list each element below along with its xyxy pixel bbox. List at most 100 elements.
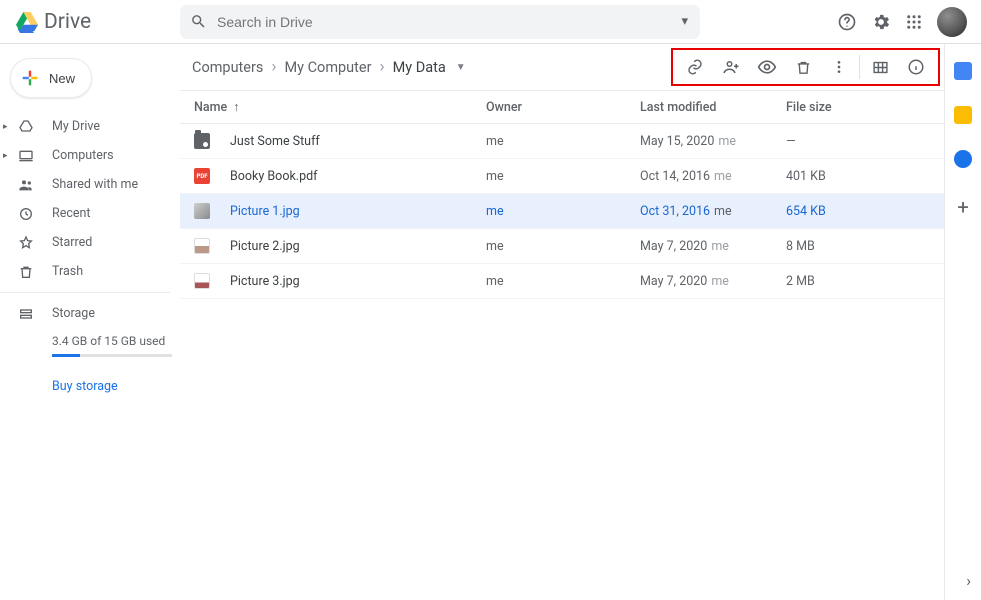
search-options-caret-icon[interactable]: ▾	[681, 14, 688, 29]
share-button[interactable]	[713, 50, 749, 84]
col-name[interactable]: Name ↑	[180, 100, 486, 115]
account-avatar[interactable]	[937, 7, 967, 37]
file-size: 8 MB	[786, 239, 944, 254]
file-row[interactable]: Picture 1.jpgmeOct 31, 2016me654 KB	[180, 194, 944, 229]
file-name: Picture 3.jpg	[230, 274, 300, 289]
sidebar-item-storage[interactable]: Storage	[0, 299, 180, 328]
sidebar-item-shared[interactable]: Shared with me	[0, 170, 180, 199]
file-modified: May 7, 2020 me	[640, 274, 786, 289]
trash-icon	[795, 59, 812, 76]
info-icon	[907, 58, 925, 76]
file-owner: me	[486, 274, 640, 289]
computer-icon	[18, 148, 34, 164]
sidebar-item-computers[interactable]: ▸ Computers	[0, 141, 180, 170]
app-logo[interactable]: Drive	[8, 10, 180, 34]
modified-date: May 7, 2020	[640, 274, 707, 289]
expand-caret-icon: ▸	[3, 151, 8, 161]
apps-grid-icon[interactable]	[905, 13, 923, 31]
search-input[interactable]	[217, 14, 690, 30]
modified-date: Oct 31, 2016	[640, 204, 710, 219]
calendar-addon-icon[interactable]	[954, 62, 972, 80]
search-bar[interactable]: ▾	[180, 5, 700, 39]
storage-icon	[18, 306, 34, 322]
modified-by: me	[714, 204, 732, 219]
file-row[interactable]: Picture 3.jpgmeMay 7, 2020me2 MB	[180, 264, 944, 299]
person-add-icon	[722, 58, 740, 76]
settings-gear-icon[interactable]	[871, 12, 891, 32]
drive-logo-icon	[16, 11, 38, 33]
modified-date: May 15, 2020	[640, 134, 714, 149]
file-size: —	[786, 134, 944, 149]
file-name: Picture 1.jpg	[230, 204, 300, 219]
sidebar-item-label: Computers	[52, 148, 114, 163]
modified-by: me	[718, 134, 736, 149]
breadcrumb-seg-current[interactable]: My Data	[393, 59, 446, 76]
file-size: 401 KB	[786, 169, 944, 184]
image-thumb-icon	[194, 273, 210, 289]
my-drive-icon	[18, 119, 34, 135]
file-name-cell: PDFBooky Book.pdf	[180, 168, 486, 184]
file-owner: me	[486, 239, 640, 254]
sidebar-item-label: Starred	[52, 235, 92, 250]
column-headers: Name ↑ Owner Last modified File size	[180, 90, 944, 124]
sidebar-item-my-drive[interactable]: ▸ My Drive	[0, 112, 180, 141]
breadcrumb-seg[interactable]: My Computer	[285, 59, 372, 76]
file-row[interactable]: Just Some StuffmeMay 15, 2020me—	[180, 124, 944, 159]
file-name: Booky Book.pdf	[230, 169, 318, 184]
star-icon	[18, 235, 34, 251]
eye-icon	[757, 57, 777, 77]
file-name-cell: Picture 3.jpg	[180, 273, 486, 289]
sidebar-item-label: Recent	[52, 206, 91, 221]
chevron-right-icon: ›	[380, 59, 385, 76]
sidebar-item-recent[interactable]: Recent	[0, 199, 180, 228]
more-vert-icon	[831, 59, 847, 75]
preview-button[interactable]	[749, 50, 785, 84]
get-link-button[interactable]	[677, 50, 713, 84]
breadcrumb-dropdown-icon[interactable]: ▼	[456, 62, 466, 73]
expand-caret-icon: ▸	[3, 122, 8, 132]
col-size[interactable]: File size	[786, 100, 944, 115]
sidebar-item-trash[interactable]: Trash	[0, 257, 180, 286]
toolbar-actions-highlight	[671, 48, 940, 86]
file-name-cell: Picture 1.jpg	[180, 203, 486, 219]
sidebar-item-label: Shared with me	[52, 177, 138, 192]
col-owner[interactable]: Owner	[486, 100, 640, 115]
new-button[interactable]: New	[10, 58, 92, 98]
image-thumb-icon	[194, 238, 210, 254]
sidebar-item-starred[interactable]: Starred	[0, 228, 180, 257]
sidebar-item-label: My Drive	[52, 119, 100, 134]
header-actions	[837, 7, 973, 37]
more-actions-button[interactable]	[821, 50, 857, 84]
details-button[interactable]	[898, 50, 934, 84]
clock-icon	[18, 206, 34, 222]
col-name-label: Name	[194, 100, 227, 115]
app-title: Drive	[44, 10, 91, 34]
file-name: Picture 2.jpg	[230, 239, 300, 254]
file-row[interactable]: PDFBooky Book.pdf meOct 14, 2016me401 KB	[180, 159, 944, 194]
header: Drive ▾	[0, 0, 981, 44]
delete-button[interactable]	[785, 50, 821, 84]
link-icon	[686, 58, 704, 76]
storage-usage-text: 3.4 GB of 15 GB used	[0, 334, 180, 348]
file-list: Just Some Stuff me May 15, 2020 me — PDFBooky…	[180, 124, 944, 299]
file-name-cell: Picture 2.jpg	[180, 238, 486, 254]
buy-storage-link[interactable]: Buy storage	[0, 379, 180, 394]
chevron-right-icon: ›	[271, 59, 276, 76]
add-addon-button[interactable]: +	[957, 198, 968, 216]
col-modified[interactable]: Last modified	[640, 100, 786, 115]
trash-icon	[18, 264, 34, 280]
hide-sidepanel-icon[interactable]: ›	[966, 571, 971, 590]
modified-by: me	[714, 169, 732, 184]
file-row[interactable]: Picture 2.jpgmeMay 7, 2020me8 MB	[180, 229, 944, 264]
people-icon	[18, 177, 34, 193]
file-modified: Oct 14, 2016me	[640, 169, 786, 184]
help-icon[interactable]	[837, 12, 857, 32]
main-area: Computers › My Computer › My Data ▼	[180, 44, 945, 600]
file-name-cell: Just Some Stuff	[180, 133, 486, 149]
breadcrumb-seg[interactable]: Computers	[192, 59, 263, 76]
keep-addon-icon[interactable]	[954, 106, 972, 124]
grid-view-button[interactable]	[862, 50, 898, 84]
sidebar-item-label: Storage	[52, 306, 95, 321]
modified-by: me	[711, 274, 729, 289]
tasks-addon-icon[interactable]	[954, 150, 972, 168]
